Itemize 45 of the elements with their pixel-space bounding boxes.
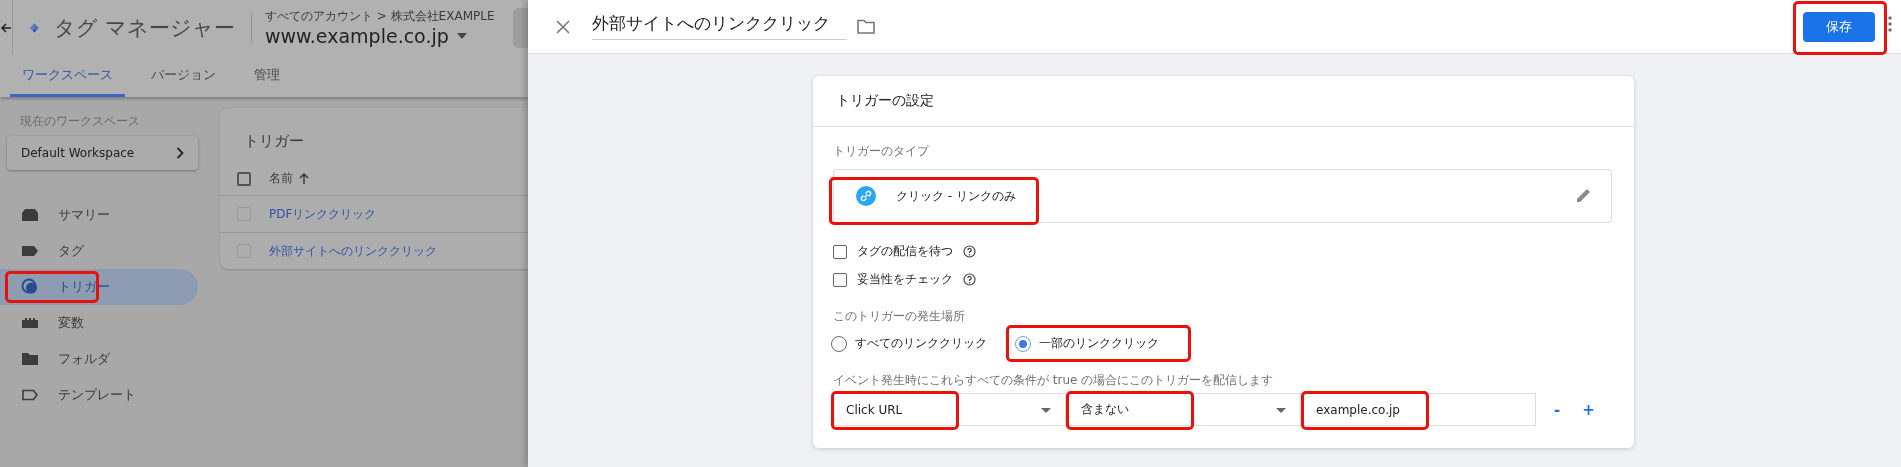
link-icon: [856, 186, 876, 206]
nav-tab[interactable]: ワークスペース: [10, 55, 125, 97]
remove-condition-button[interactable]: -: [1550, 400, 1565, 419]
sidebar-item[interactable]: 変数: [0, 305, 198, 341]
workspace-selector[interactable]: Default Workspace: [7, 136, 198, 170]
help-icon[interactable]: [963, 245, 976, 258]
section-label: トリガーのタイプ: [833, 143, 931, 160]
sidebar-item[interactable]: フォルダ: [0, 341, 198, 377]
checkbox[interactable]: [833, 272, 847, 287]
folder-icon[interactable]: [857, 19, 875, 34]
radio-label: すべてのリンククリック: [855, 335, 987, 352]
section-label: このトリガーの発生場所: [833, 308, 966, 325]
checkbox-label: タグの配信を待つ: [857, 243, 953, 260]
dropdown-caret-icon[interactable]: [456, 33, 467, 39]
trigger-name-field[interactable]: 外部サイトへのリンククリック: [592, 13, 847, 40]
radio-label: 一部のリンククリック: [1039, 335, 1159, 352]
trigger-link[interactable]: PDFリンククリック: [269, 205, 377, 223]
sidebar-item[interactable]: タグ: [0, 233, 198, 269]
select-all-checkbox[interactable]: [237, 171, 251, 186]
trigger-icon: [20, 277, 40, 297]
condition-description: イベント発生時にこれらすべての条件が true の場合にこのトリガーを配信します: [833, 372, 1275, 389]
edit-pencil-icon[interactable]: [1575, 186, 1593, 204]
trigger-link[interactable]: 外部サイトへのリンククリック: [269, 242, 437, 260]
dropdown-caret-icon: [1041, 408, 1051, 413]
help-icon[interactable]: [963, 273, 976, 286]
chevron-right-icon: [176, 147, 184, 159]
sort-arrow-icon[interactable]: [299, 173, 309, 184]
trigger-type-name: クリック - リンクのみ: [896, 187, 1016, 205]
column-header[interactable]: 名前: [269, 170, 293, 187]
container-name[interactable]: www.example.co.jp: [264, 25, 449, 47]
back-arrow-icon[interactable]: [0, 21, 12, 34]
card-title: トリガーの設定: [836, 92, 934, 110]
more-menu-icon[interactable]: [1888, 16, 1892, 32]
checkbox[interactable]: [833, 244, 847, 259]
app-title: タグ マネージャー: [53, 14, 235, 42]
checkbox-label: 妥当性をチェック: [857, 271, 953, 288]
add-condition-button[interactable]: +: [1578, 400, 1599, 419]
sidebar-item[interactable]: テンプレート: [0, 377, 198, 413]
nav-tab[interactable]: バージョン: [139, 55, 228, 97]
list-title: トリガー: [243, 131, 305, 152]
breadcrumb[interactable]: すべてのアカウント > 株式会社EXAMPLE: [264, 8, 495, 25]
nav-tab[interactable]: 管理: [242, 55, 292, 97]
dropdown-caret-icon: [1276, 408, 1286, 413]
sidebar-item[interactable]: サマリー: [0, 197, 198, 233]
save-button[interactable]: 保存: [1803, 11, 1875, 42]
